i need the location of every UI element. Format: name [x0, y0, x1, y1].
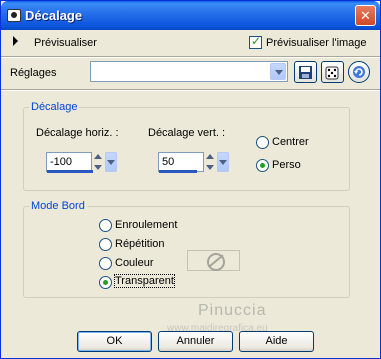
- title-bar[interactable]: Décalage ✕: [1, 1, 380, 30]
- vert-offset-label: Décalage vert. :: [148, 127, 226, 139]
- radio-custom[interactable]: [256, 159, 269, 172]
- spin-up-icon[interactable]: [92, 152, 104, 162]
- radio-repeat-label[interactable]: Répétition: [115, 238, 165, 250]
- randomize-button[interactable]: [321, 61, 344, 83]
- radio-wrap[interactable]: [99, 219, 112, 232]
- radio-transparent-label[interactable]: Transparent: [114, 274, 175, 288]
- spin-up-icon[interactable]: [204, 152, 216, 162]
- divider: [1, 89, 380, 91]
- window-title: Décalage: [25, 8, 83, 23]
- radio-center[interactable]: [256, 136, 269, 149]
- app-icon: [7, 9, 21, 22]
- reset-button[interactable]: [348, 61, 370, 83]
- color-swatch[interactable]: [187, 250, 240, 271]
- radio-repeat[interactable]: [99, 238, 112, 251]
- watermark-name: Pinuccia: [198, 302, 267, 319]
- horiz-offset-spinner[interactable]: [92, 152, 118, 173]
- vert-offset-value: 50: [162, 156, 175, 168]
- horiz-offset-value: -100: [50, 156, 73, 168]
- reset-icon: [353, 66, 365, 78]
- close-button[interactable]: ✕: [355, 5, 376, 26]
- preview-image-label[interactable]: Prévisualiser l'image: [266, 37, 367, 49]
- preview-row: Prévisualiser Prévisualiser l'image: [1, 32, 380, 54]
- horiz-offset-slider[interactable]: [47, 170, 93, 173]
- radio-transparent[interactable]: [99, 276, 112, 289]
- divider: [1, 56, 380, 58]
- vert-offset-slider[interactable]: [159, 170, 197, 173]
- chevron-down-icon[interactable]: [105, 152, 117, 172]
- horiz-offset-label: Décalage horiz. :: [36, 127, 119, 139]
- save-icon: [299, 66, 312, 79]
- radio-custom-label[interactable]: Perso: [272, 159, 301, 171]
- offset-groupbox: [23, 107, 350, 191]
- radio-wrap-label[interactable]: Enroulement: [115, 219, 177, 231]
- cancel-button[interactable]: Annuler: [158, 331, 233, 352]
- chevron-down-icon[interactable]: [217, 152, 229, 172]
- save-preset-button[interactable]: [294, 61, 317, 83]
- edge-mode-group-title: Mode Bord: [29, 200, 87, 212]
- random-dice-icon: [325, 66, 339, 80]
- preview-toggle-label[interactable]: Prévisualiser: [34, 37, 97, 49]
- expand-preview-icon[interactable]: [13, 36, 18, 46]
- vert-offset-input[interactable]: 50: [158, 152, 204, 172]
- vert-offset-spinner[interactable]: [204, 152, 230, 173]
- chevron-down-icon[interactable]: [270, 63, 286, 80]
- preset-combobox[interactable]: [90, 61, 288, 82]
- preview-image-checkbox[interactable]: [249, 34, 262, 49]
- radio-color-label[interactable]: Couleur: [115, 257, 154, 269]
- offset-group-title: Décalage: [29, 101, 80, 113]
- spin-down-icon[interactable]: [92, 163, 104, 173]
- ok-button[interactable]: OK: [77, 331, 152, 352]
- radio-center-label[interactable]: Centrer: [272, 136, 309, 148]
- settings-label: Réglages: [10, 67, 57, 79]
- close-icon: ✕: [360, 8, 371, 23]
- horiz-offset-input[interactable]: -100: [46, 152, 92, 172]
- spin-down-icon[interactable]: [204, 163, 216, 173]
- dialog-window: Décalage ✕ Prévisualiser Prévisualiser l…: [0, 0, 381, 359]
- radio-color[interactable]: [99, 257, 112, 270]
- help-button[interactable]: Aide: [239, 331, 314, 352]
